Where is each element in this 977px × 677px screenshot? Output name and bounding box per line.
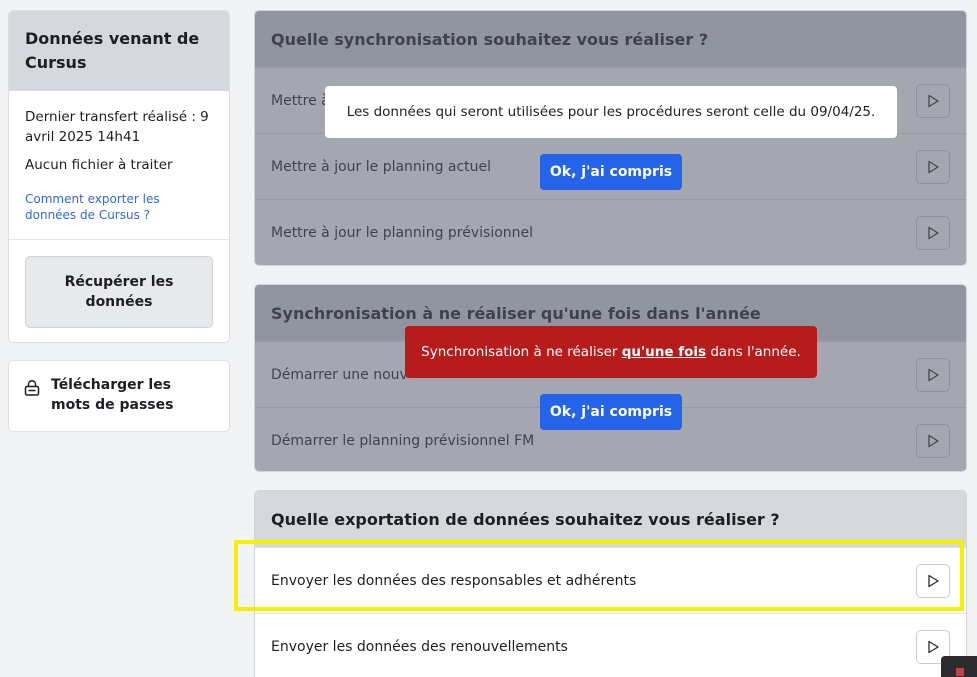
ok-button[interactable]: Ok, j'ai compris xyxy=(540,154,682,190)
info-popup: Les données qui seront utilisées pour le… xyxy=(325,86,897,138)
play-icon xyxy=(928,160,939,173)
warning-suffix: dans l'année. xyxy=(706,344,801,360)
play-button[interactable] xyxy=(916,83,950,118)
play-icon xyxy=(928,368,939,381)
export-section-title: Quelle exportation de données souhaitez … xyxy=(255,491,966,547)
last-transfer-text: Dernier transfert réalisé : 9 avril 2025… xyxy=(25,109,209,145)
yearly-row-label: Démarrer une nouv xyxy=(271,366,408,383)
play-icon xyxy=(928,434,939,447)
play-button[interactable] xyxy=(916,149,950,184)
app-icon-glyph xyxy=(956,668,964,676)
play-button[interactable] xyxy=(916,215,950,250)
play-button[interactable] xyxy=(916,423,950,458)
export-row-label: Envoyer les données des renouvellements xyxy=(271,638,568,655)
play-button[interactable] xyxy=(916,357,950,392)
yearly-section: Synchronisation à ne réaliser qu'une foi… xyxy=(254,284,967,472)
warning-popup-text: Synchronisation à ne réaliser qu'une foi… xyxy=(421,344,801,360)
sync-row: Mettre à jour le planning prévisionnel xyxy=(255,199,966,265)
export-row: Envoyer les données des renouvellements xyxy=(255,613,966,677)
export-section: Quelle exportation de données souhaitez … xyxy=(254,490,967,677)
play-icon xyxy=(928,574,939,587)
warning-popup: Synchronisation à ne réaliser qu'une foi… xyxy=(405,326,817,378)
app-icon[interactable] xyxy=(941,656,977,677)
export-row: Envoyer les données des responsables et … xyxy=(255,547,966,613)
warning-emphasis: qu'une fois xyxy=(621,344,707,360)
sync-row-label: Mettre à jour le planning actuel xyxy=(271,158,492,175)
download-passwords-label: Télécharger les mots de passes xyxy=(51,377,174,413)
export-row-label: Envoyer les données des responsables et … xyxy=(271,572,637,589)
cursus-card-body: Dernier transfert réalisé : 9 avril 2025… xyxy=(9,91,229,240)
info-popup-text: Les données qui seront utilisées pour le… xyxy=(346,104,876,120)
play-icon xyxy=(928,640,939,653)
ok-button[interactable]: Ok, j'ai compris xyxy=(540,394,682,430)
play-icon xyxy=(928,94,939,107)
fetch-data-button[interactable]: Récupérer les données xyxy=(25,256,213,328)
sync-row-label: Mettre à xyxy=(271,92,330,109)
file-status-text: Aucun fichier à traiter xyxy=(25,157,173,173)
cursus-card: Données venant de Cursus Dernier transfe… xyxy=(8,10,230,343)
play-icon xyxy=(928,226,939,239)
divider xyxy=(9,239,229,240)
lock-icon xyxy=(23,379,41,403)
download-passwords-button[interactable]: Télécharger les mots de passes xyxy=(8,360,230,432)
cursus-card-title: Données venant de Cursus xyxy=(9,11,229,91)
sync-section: Quelle synchronisation souhaitez vous ré… xyxy=(254,10,967,266)
warning-prefix: Synchronisation à ne réaliser xyxy=(421,344,622,360)
play-button[interactable] xyxy=(916,563,950,598)
yearly-row-label: Démarrer le planning prévisionnel FM xyxy=(271,432,535,449)
sync-row-label: Mettre à jour le planning prévisionnel xyxy=(271,224,534,241)
sync-section-title: Quelle synchronisation souhaitez vous ré… xyxy=(255,11,966,67)
export-help-link[interactable]: Comment exporter les données de Cursus ? xyxy=(25,191,213,239)
